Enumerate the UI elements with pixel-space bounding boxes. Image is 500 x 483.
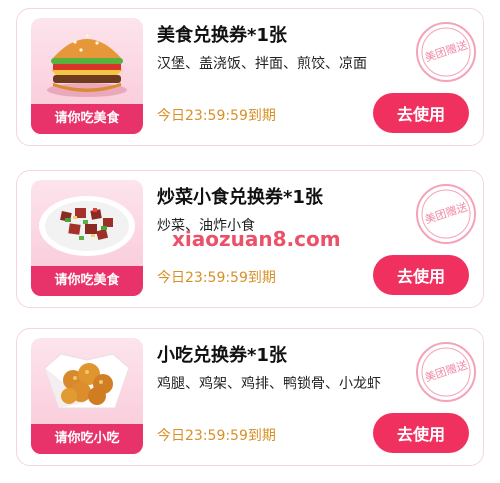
coupon-expiry: 今日23:59:59到期 <box>157 108 276 124</box>
thumb-label: 请你吃美食 <box>31 266 143 296</box>
coupon-title: 小吃兑换券*1张 <box>157 345 287 366</box>
use-coupon-button[interactable]: 去使用 <box>373 93 469 133</box>
burger-image <box>47 34 127 97</box>
coupon-card: 请你吃美食 美食兑换券*1张 汉堡、盖浇饭、拌面、煎饺、凉面 美团赠送 今日23… <box>16 8 484 146</box>
thumb-label: 请你吃美食 <box>31 104 143 134</box>
coupon-thumbnail: 请你吃小吃 <box>31 338 143 454</box>
use-coupon-button[interactable]: 去使用 <box>373 413 469 453</box>
gift-stamp: 美团赠送 <box>415 21 477 83</box>
fried-chicken-image <box>44 353 130 409</box>
coupon-expiry: 今日23:59:59到期 <box>157 270 276 286</box>
watermark-text: xiaozuan8.com <box>172 227 341 251</box>
coupon-title: 美食兑换券*1张 <box>157 25 287 46</box>
gift-stamp: 美团赠送 <box>415 183 477 245</box>
coupon-title: 炒菜小食兑换券*1张 <box>157 187 323 208</box>
gift-stamp: 美团赠送 <box>415 341 477 403</box>
coupon-thumbnail: 请你吃美食 <box>31 18 143 134</box>
stir-fry-image <box>39 196 135 256</box>
thumb-label: 请你吃小吃 <box>31 424 143 454</box>
coupon-expiry: 今日23:59:59到期 <box>157 428 276 444</box>
coupon-description: 汉堡、盖浇饭、拌面、煎饺、凉面 <box>157 56 367 72</box>
use-coupon-button[interactable]: 去使用 <box>373 255 469 295</box>
coupon-card: 请你吃小吃 小吃兑换券*1张 鸡腿、鸡架、鸡排、鸭锁骨、小龙虾 美团赠送 今日2… <box>16 328 484 466</box>
coupon-description: 鸡腿、鸡架、鸡排、鸭锁骨、小龙虾 <box>157 376 381 392</box>
coupon-thumbnail: 请你吃美食 <box>31 180 143 296</box>
